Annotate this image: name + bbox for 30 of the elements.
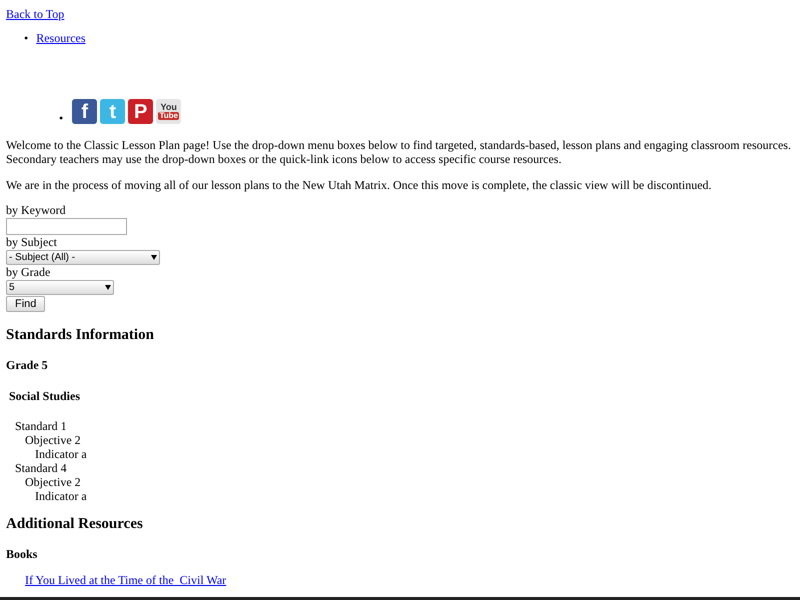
tree-item: Objective 2 [25,475,82,489]
field-label: by Keyword [6,203,66,218]
dropdown[interactable]: 5 [6,280,114,295]
section-heading: Additional Resources [6,515,144,533]
pinterest-icon[interactable]: P [128,99,154,124]
keyword-field[interactable] [6,218,127,235]
field-label: by Subject [6,235,57,250]
tree-item: Indicator a [35,489,88,503]
caret-icon [105,285,111,290]
section-heading: Standards Information [6,326,155,344]
subheading: Grade 5 [6,358,49,372]
subheading: Social Studies [9,389,82,403]
tree-item: Objective 2 [25,433,82,447]
paragraph: Welcome to the Classic Lesson Plan page! Use the drop-down menu boxes below to find targeted, standards-based, lesson plans and engaging classroom resources. Secondary teachers may use the drop-down boxes or the quick-link icons below to access specific course resources. [6,138,792,166]
subheading: Books [6,547,38,561]
tree-item: Standard 4 [15,461,68,475]
field-label: by Grade [6,265,50,280]
caret-icon [151,255,157,260]
tree-item: Standard 1 [15,419,68,433]
dropdown[interactable]: - Subject (All) - [6,250,160,265]
facebook-icon[interactable]: f [72,99,98,124]
list-bullet: • [24,30,28,47]
find-button[interactable]: Find [6,296,46,312]
list-bullet: • [59,112,64,124]
book-link[interactable]: If You Lived at the Time of the Civil War [25,573,226,587]
nav-link[interactable]: Resources [36,29,86,47]
back-to-top-link[interactable]: Back to Top [6,5,64,23]
paragraph: We are in the process of moving all of our lesson plans to the New Utah Matrix. Once this move is complete, the classic view will be discontinued. [6,178,713,192]
youtube-icon[interactable]: You Tube [156,99,182,124]
tree-item: Indicator a [35,447,88,461]
